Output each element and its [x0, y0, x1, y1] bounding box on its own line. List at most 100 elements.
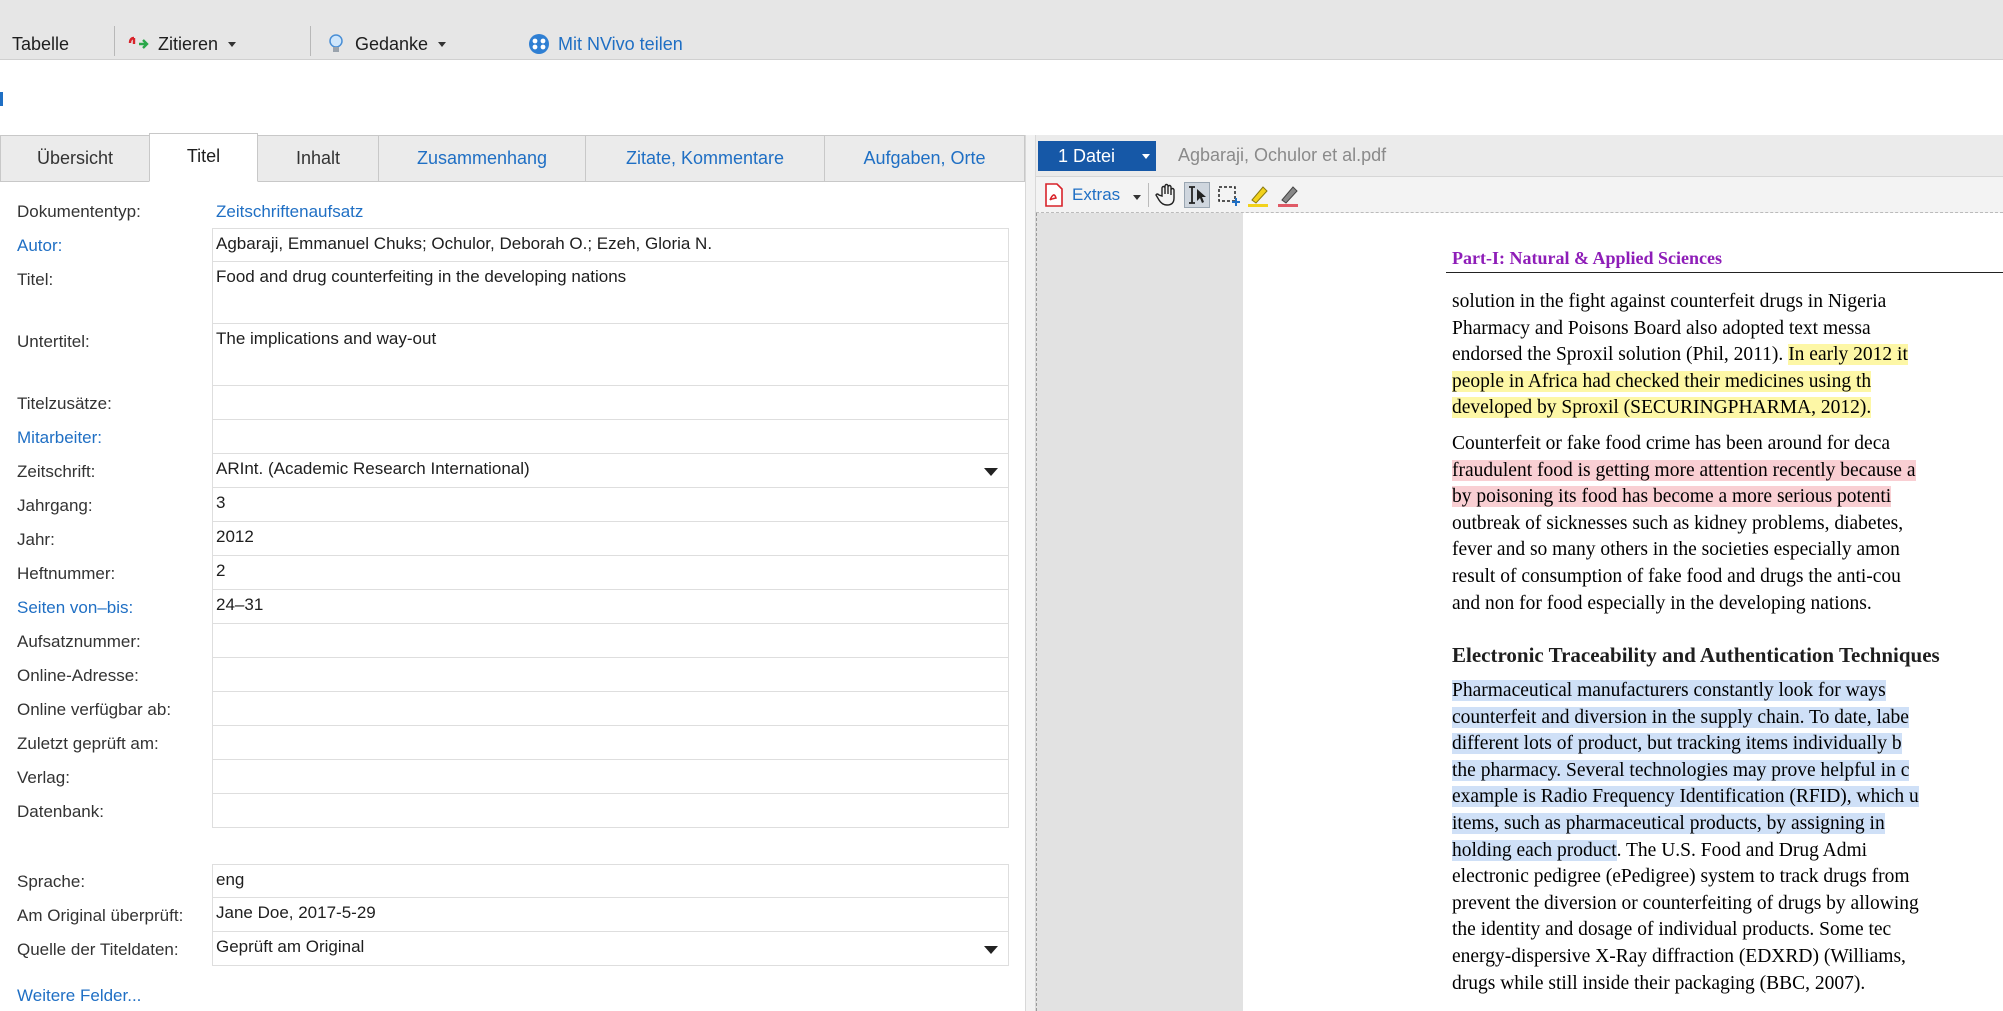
blue-highlight[interactable]: items, such as pharmaceutical products, …: [1452, 812, 1885, 834]
chevron-down-icon[interactable]: [228, 41, 237, 47]
dokumententyp-value[interactable]: Zeitschriftenaufsatz: [216, 201, 363, 223]
pdf-line: example is Radio Frequency Identificatio…: [1452, 784, 2003, 811]
highlighter-yellow-icon[interactable]: [1246, 182, 1272, 208]
file-select-button[interactable]: 1 Datei: [1038, 141, 1156, 171]
label-aufsatznummer: Aufsatznummer:: [17, 632, 141, 651]
label-titelzusaetze: Titelzusätze:: [17, 394, 112, 413]
pdf-line: energy-dispersive X-Ray diffraction (EDX…: [1452, 945, 1906, 967]
pdf-line: the pharmacy. Several technologies may p…: [1452, 758, 2003, 785]
pdf-paragraph-2: Counterfeit or fake food crime has been …: [1452, 431, 2003, 617]
label-quelle: Quelle der Titeldaten:: [17, 940, 179, 959]
autor-field[interactable]: Agbaraji, Emmanuel Chuks; Ochulor, Debor…: [212, 228, 1009, 262]
weitere-felder-link[interactable]: Weitere Felder...: [17, 985, 141, 1007]
dropdown-arrow-icon[interactable]: [984, 468, 998, 476]
tab-uebersicht[interactable]: Übersicht: [0, 135, 150, 181]
online-verfuegbar-field[interactable]: [212, 692, 1009, 726]
toolbar-separator: [1148, 183, 1149, 207]
original-geprueft-field[interactable]: Jane Doe, 2017-5-29: [212, 898, 1009, 932]
quelle-field[interactable]: Geprüft am Original: [212, 932, 1009, 966]
chevron-down-icon[interactable]: [438, 41, 447, 47]
main-toolbar: Tabelle Zitieren Gedanke Mit NVivo teile…: [0, 0, 2003, 60]
blue-highlight[interactable]: Pharmaceutical manufacturers constantly …: [1452, 680, 1886, 701]
hand-tool-icon[interactable]: [1154, 182, 1180, 208]
aufsatznummer-field[interactable]: [212, 624, 1009, 658]
yellow-highlight[interactable]: people in Africa had checked their medic…: [1452, 370, 1872, 392]
pdf-line-text: . The U.S. Food and Drug Admi: [1616, 839, 1868, 861]
jahrgang-field[interactable]: 3: [212, 488, 1009, 522]
pdf-line: Pharmacy and Poisons Board also adopted …: [1452, 317, 1871, 339]
blue-highlight[interactable]: holding each product: [1452, 839, 1617, 861]
toolbar-separator: [310, 26, 311, 56]
red-highlight[interactable]: fraudulent food is getting more attentio…: [1452, 459, 1916, 481]
tab-zitate-kommentare[interactable]: Zitate, Kommentare: [585, 135, 825, 181]
pdf-paragraph-1: solution in the fight against counterfei…: [1452, 289, 2003, 422]
pdf-line: fraudulent food is getting more attentio…: [1452, 458, 2003, 485]
zeitschrift-field[interactable]: ARInt. (Academic Research International): [212, 454, 1009, 488]
chevron-down-icon: [1142, 154, 1150, 159]
nvivo-share-label: Mit NVivo teilen: [558, 34, 683, 54]
nvivo-share-button[interactable]: Mit NVivo teilen: [528, 31, 683, 57]
heftnummer-field[interactable]: 2: [212, 556, 1009, 590]
pdf-icon[interactable]: [1042, 182, 1068, 208]
red-highlight[interactable]: by poisoning its food has become a more …: [1452, 486, 1892, 508]
online-adresse-field[interactable]: [212, 658, 1009, 692]
sprache-field[interactable]: eng: [212, 864, 1009, 898]
tab-zusammenhang[interactable]: Zusammenhang: [378, 135, 586, 181]
label-untertitel: Untertitel:: [17, 332, 90, 351]
jahr-field[interactable]: 2012: [212, 522, 1009, 556]
zitieren-label: Zitieren: [158, 34, 219, 54]
extras-menu[interactable]: Extras: [1072, 185, 1141, 205]
pdf-section-heading: Electronic Traceability and Authenticati…: [1452, 643, 1940, 667]
label-titel: Titel:: [17, 270, 54, 289]
pdf-line: electronic pedigree (ePedigree) system t…: [1452, 866, 1910, 888]
dropdown-arrow-icon[interactable]: [984, 946, 998, 954]
sprache-value: eng: [216, 870, 245, 889]
label-mitarbeiter[interactable]: Mitarbeiter:: [17, 427, 102, 449]
yellow-highlight[interactable]: developed by Sproxil (SECURINGPHARMA, 20…: [1452, 397, 1872, 419]
verlag-field[interactable]: [212, 760, 1009, 794]
mitarbeiter-field[interactable]: [212, 420, 1009, 454]
blue-highlight[interactable]: different lots of product, but tracking …: [1452, 733, 1902, 755]
label-autor[interactable]: Autor:: [17, 235, 62, 257]
tab-label: Inhalt: [295, 148, 341, 168]
zitieren-button[interactable]: Zitieren: [128, 31, 237, 57]
label-online-adresse: Online-Adresse:: [17, 666, 139, 685]
pdf-line: developed by Sproxil (SECURINGPHARMA, 20…: [1452, 395, 2003, 422]
pdf-line: Counterfeit or fake food crime has been …: [1452, 433, 1891, 454]
pdf-line: different lots of product, but tracking …: [1452, 731, 2003, 758]
label-verlag: Verlag:: [17, 768, 70, 787]
seiten-field[interactable]: 24–31: [212, 590, 1009, 624]
panel-splitter[interactable]: [1025, 135, 1036, 1011]
tab-aufgaben-orte[interactable]: Aufgaben, Orte: [824, 135, 1025, 181]
highlighter-red-icon[interactable]: [1276, 182, 1302, 208]
label-sprache: Sprache:: [17, 872, 86, 891]
tab-inhalt[interactable]: Inhalt: [257, 135, 379, 181]
gedanke-button[interactable]: Gedanke: [325, 31, 447, 57]
tabelle-button[interactable]: Tabelle: [12, 31, 69, 57]
heftnummer-value: 2: [216, 561, 226, 580]
datenbank-field[interactable]: [212, 794, 1009, 828]
extras-label: Extras: [1072, 185, 1121, 204]
tab-label: Übersicht: [36, 148, 114, 168]
tab-titel[interactable]: Titel: [149, 133, 258, 182]
label-online-verfuegbar: Online verfügbar ab:: [17, 700, 172, 719]
pdf-page[interactable]: Part-I: Natural & Applied Sciences solut…: [1243, 213, 2003, 1011]
pdf-line: result of consumption of fake food and d…: [1452, 565, 1901, 587]
pdf-line: outbreak of sicknesses such as kidney pr…: [1452, 512, 1904, 534]
area-select-icon[interactable]: [1216, 182, 1242, 208]
titel-field[interactable]: Food and drug counterfeiting in the deve…: [212, 262, 1009, 324]
pdf-line: Pharmaceutical manufacturers constantly …: [1452, 678, 2003, 705]
blue-highlight[interactable]: the pharmacy. Several technologies may p…: [1452, 759, 1910, 781]
autor-value: Agbaraji, Emmanuel Chuks; Ochulor, Debor…: [216, 234, 713, 253]
titelzusaetze-field[interactable]: [212, 386, 1009, 420]
label-seiten[interactable]: Seiten von–bis:: [17, 597, 133, 619]
title-form: Dokumententyp: Zeitschriftenaufsatz Auto…: [0, 181, 1025, 1011]
untertitel-field[interactable]: The implications and way-out: [212, 324, 1009, 386]
blue-highlight[interactable]: example is Radio Frequency Identificatio…: [1452, 786, 1919, 808]
pdf-line: and non for food especially in the devel…: [1452, 592, 1872, 614]
yellow-highlight[interactable]: In early 2012 it: [1788, 344, 1908, 366]
text-select-icon[interactable]: [1184, 182, 1210, 208]
zuletzt-geprueft-field[interactable]: [212, 726, 1009, 760]
pdf-line: prevent the diversion or counterfeiting …: [1452, 892, 1919, 914]
blue-highlight[interactable]: counterfeit and diversion in the supply …: [1452, 706, 1909, 728]
